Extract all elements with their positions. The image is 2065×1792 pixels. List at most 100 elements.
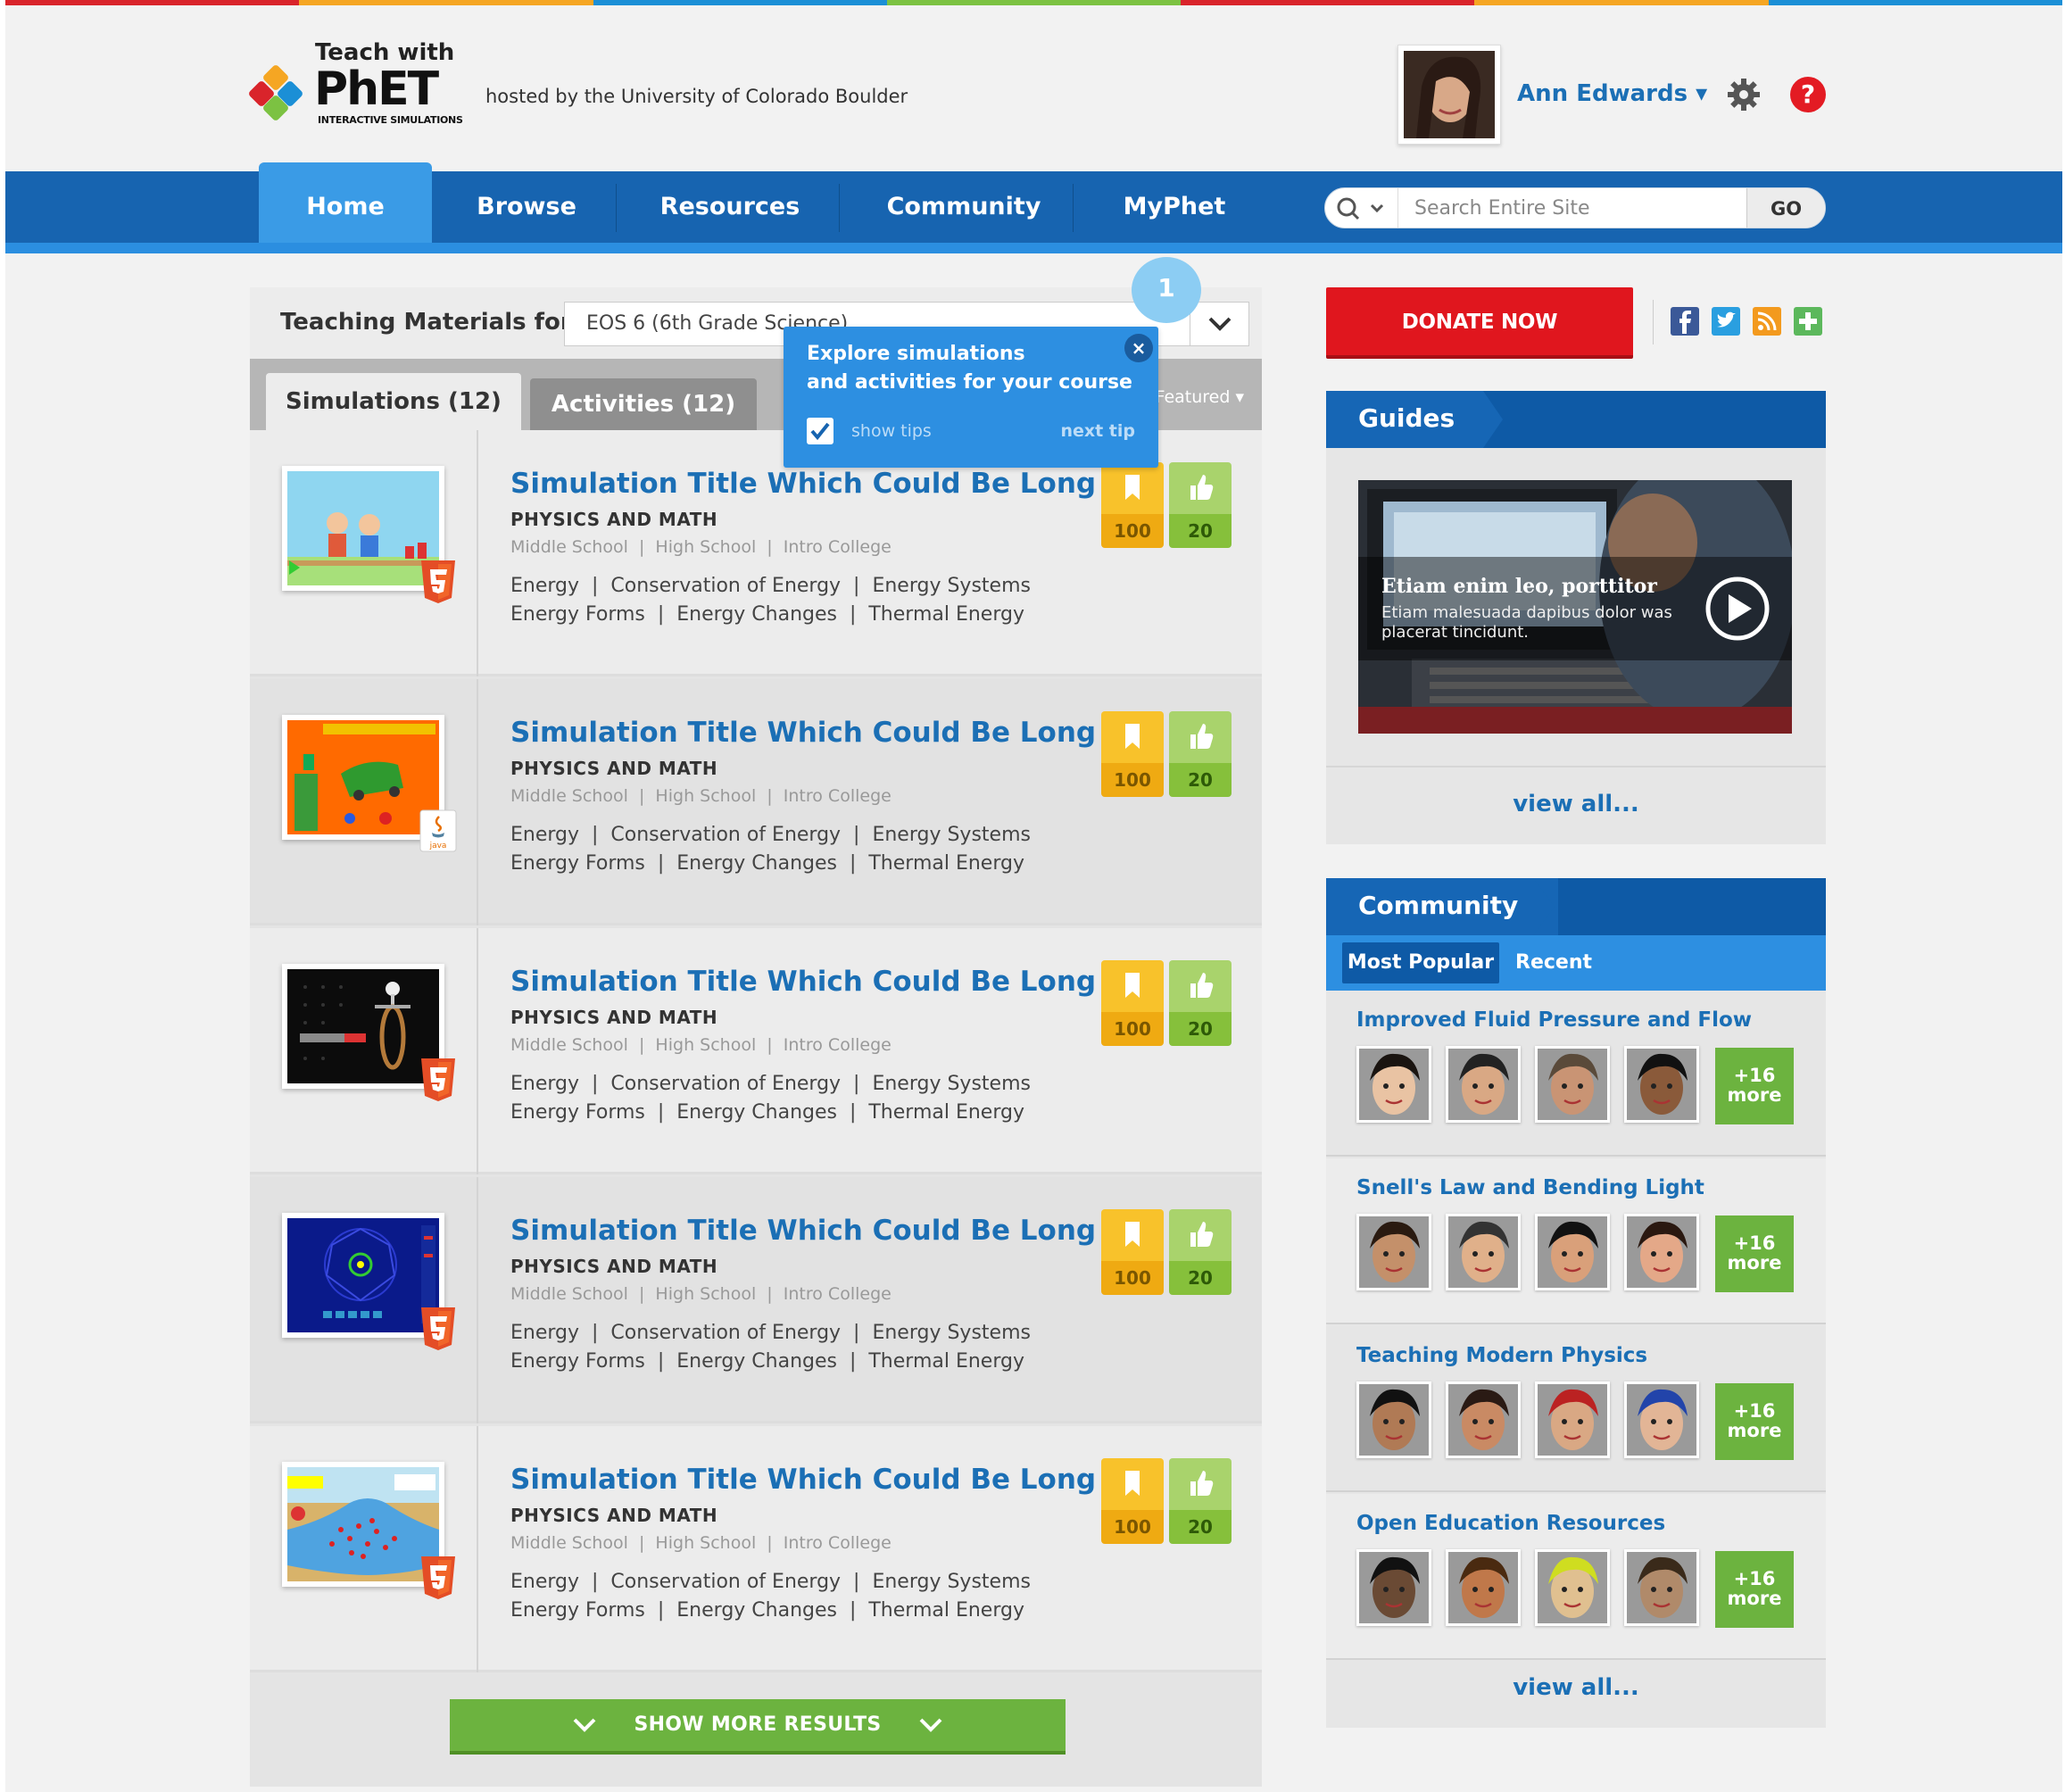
simulation-title-link[interactable]: Simulation Title Which Could Be Long bbox=[510, 717, 1096, 749]
tab-most-popular[interactable]: Most Popular bbox=[1342, 942, 1499, 983]
community-group-title-link[interactable]: Snell's Law and Bending Light bbox=[1356, 1176, 1704, 1199]
community-view-all-link[interactable]: view all... bbox=[1326, 1674, 1826, 1701]
simulation-title-link[interactable]: Simulation Title Which Could Be Long bbox=[510, 1464, 1096, 1496]
help-icon[interactable]: ? bbox=[1790, 77, 1826, 112]
tab-simulations[interactable]: Simulations (12) bbox=[266, 373, 521, 430]
simulation-tags: Energy | Conservation of Energy | Energy… bbox=[510, 1322, 1031, 1344]
like-button[interactable]: 20 bbox=[1169, 1458, 1232, 1544]
community-group-title-link[interactable]: Teaching Modern Physics bbox=[1356, 1344, 1647, 1367]
nav-browse[interactable]: Browse bbox=[446, 171, 607, 243]
donate-button[interactable]: DONATE NOW bbox=[1326, 287, 1633, 359]
more-members-button[interactable]: +16 more bbox=[1715, 1551, 1794, 1628]
favorite-button[interactable]: 100 bbox=[1101, 1209, 1164, 1295]
guide-video[interactable]: Etiam enim leo, porttitor Etiam malesuad… bbox=[1358, 480, 1792, 734]
guides-view-all-link[interactable]: view all... bbox=[1326, 791, 1826, 817]
tip-number-badge: 1 bbox=[1132, 257, 1201, 323]
community-group: Teaching Modern Physics +16 more bbox=[1326, 1326, 1826, 1492]
show-tips-checkbox[interactable] bbox=[807, 418, 833, 444]
member-avatar[interactable] bbox=[1356, 1381, 1431, 1458]
simulation-tags: Energy Forms | Energy Changes | Thermal … bbox=[510, 1350, 1024, 1373]
more-label-part: more bbox=[1727, 1420, 1782, 1441]
like-count: 20 bbox=[1169, 1261, 1232, 1295]
like-button[interactable]: 20 bbox=[1169, 1209, 1232, 1295]
nav-myphet[interactable]: MyPhet bbox=[1085, 171, 1264, 243]
member-avatar[interactable] bbox=[1446, 1046, 1521, 1123]
twitter-icon[interactable] bbox=[1712, 307, 1740, 336]
nav-divider bbox=[839, 184, 840, 232]
simulation-title-link[interactable]: Simulation Title Which Could Be Long bbox=[510, 966, 1096, 998]
like-button[interactable]: 20 bbox=[1169, 462, 1232, 548]
rss-icon[interactable] bbox=[1753, 307, 1781, 336]
more-members-button[interactable]: +16 more bbox=[1715, 1215, 1794, 1292]
like-button[interactable]: 20 bbox=[1169, 711, 1232, 797]
row-divider bbox=[477, 679, 478, 925]
java-icon: java bbox=[419, 809, 457, 852]
gear-icon[interactable] bbox=[1726, 77, 1762, 112]
member-avatar[interactable] bbox=[1535, 1381, 1610, 1458]
close-icon[interactable]: × bbox=[1124, 334, 1153, 362]
like-button[interactable]: 20 bbox=[1169, 960, 1232, 1046]
chevron-down-icon[interactable] bbox=[1190, 303, 1248, 345]
member-avatar[interactable] bbox=[1446, 1549, 1521, 1626]
user-avatar[interactable] bbox=[1397, 45, 1501, 145]
more-label-part: +16 bbox=[1733, 1568, 1776, 1589]
teaching-materials-label: Teaching Materials for bbox=[280, 309, 572, 336]
member-avatar[interactable] bbox=[1624, 1046, 1699, 1123]
favorite-count: 100 bbox=[1101, 1510, 1164, 1544]
thumbs-up-icon bbox=[1169, 462, 1232, 514]
member-avatar[interactable] bbox=[1535, 1214, 1610, 1290]
community-group-title-link[interactable]: Open Education Resources bbox=[1356, 1512, 1665, 1535]
more-members-button[interactable]: +16 more bbox=[1715, 1048, 1794, 1124]
member-avatar[interactable] bbox=[1356, 1549, 1431, 1626]
stripe-segment bbox=[1181, 0, 1475, 5]
member-avatar[interactable] bbox=[1356, 1214, 1431, 1290]
nav-home[interactable]: Home bbox=[259, 162, 432, 243]
simulation-row[interactable]: Simulation Title Which Could Be Long PHYS… bbox=[250, 1426, 1262, 1672]
simulation-row[interactable]: Simulation Title Which Could Be Long PHYS… bbox=[250, 1177, 1262, 1423]
like-count: 20 bbox=[1169, 1510, 1232, 1544]
phet-logo[interactable]: Teach with PhET INTERACTIVE SIMULATIONS bbox=[248, 39, 480, 129]
tab-activities[interactable]: Activities (12) bbox=[530, 378, 757, 430]
nav-community[interactable]: Community bbox=[853, 171, 1074, 243]
user-menu[interactable]: Ann Edwards ▾ bbox=[1517, 80, 1707, 107]
member-avatar[interactable] bbox=[1535, 1549, 1610, 1626]
favorite-button[interactable]: 100 bbox=[1101, 960, 1164, 1046]
like-count: 20 bbox=[1169, 514, 1232, 548]
favorite-button[interactable]: 100 bbox=[1101, 1458, 1164, 1544]
share-icon[interactable] bbox=[1794, 307, 1822, 336]
sort-dropdown[interactable]: Featured ▾ bbox=[1156, 387, 1244, 407]
svg-text:java: java bbox=[429, 842, 447, 850]
simulation-title-link[interactable]: Simulation Title Which Could Be Long bbox=[510, 1215, 1096, 1247]
member-avatar[interactable] bbox=[1624, 1549, 1699, 1626]
member-avatar[interactable] bbox=[1446, 1381, 1521, 1458]
facebook-icon[interactable] bbox=[1671, 307, 1699, 336]
favorite-button[interactable]: 100 bbox=[1101, 711, 1164, 797]
member-avatar[interactable] bbox=[1356, 1046, 1431, 1123]
more-members-button[interactable]: +16 more bbox=[1715, 1383, 1794, 1460]
simulation-row[interactable]: java Simulation Title Which Could Be Long… bbox=[250, 679, 1262, 925]
teaching-materials-panel: Teaching Materials for EOS 6 (6th Grade … bbox=[250, 287, 1262, 1787]
html5-icon bbox=[419, 1556, 457, 1599]
simulation-row[interactable]: Simulation Title Which Could Be Long PHYS… bbox=[250, 928, 1262, 1174]
tab-recent[interactable]: Recent bbox=[1515, 942, 1592, 983]
simulation-tags: Energy Forms | Energy Changes | Thermal … bbox=[510, 1599, 1024, 1622]
member-avatar[interactable] bbox=[1624, 1381, 1699, 1458]
phet-wordmark: PhET bbox=[314, 62, 439, 116]
nav-resources[interactable]: Resources bbox=[630, 171, 830, 243]
row-divider bbox=[477, 430, 478, 676]
next-tip-link[interactable]: next tip bbox=[1060, 421, 1135, 441]
search-input[interactable]: Search Entire Site bbox=[1414, 197, 1590, 220]
search-go-button[interactable]: GO bbox=[1746, 188, 1825, 228]
favorite-button[interactable]: 100 bbox=[1101, 462, 1164, 548]
simulation-title-link[interactable]: Simulation Title Which Could Be Long bbox=[510, 468, 1096, 500]
member-avatar[interactable] bbox=[1535, 1046, 1610, 1123]
show-more-button[interactable]: SHOW MORE RESULTS bbox=[450, 1699, 1066, 1755]
tip-popover: Explore simulations and activities for y… bbox=[784, 327, 1158, 468]
member-avatar[interactable] bbox=[1446, 1214, 1521, 1290]
more-label-part: more bbox=[1727, 1252, 1782, 1273]
community-group-title-link[interactable]: Improved Fluid Pressure and Flow bbox=[1356, 1008, 1752, 1032]
search-scope-dropdown[interactable] bbox=[1325, 188, 1398, 228]
member-avatar[interactable] bbox=[1624, 1214, 1699, 1290]
simulation-levels: Middle School | High School | Intro Coll… bbox=[510, 1284, 892, 1304]
play-icon[interactable] bbox=[1704, 576, 1771, 642]
